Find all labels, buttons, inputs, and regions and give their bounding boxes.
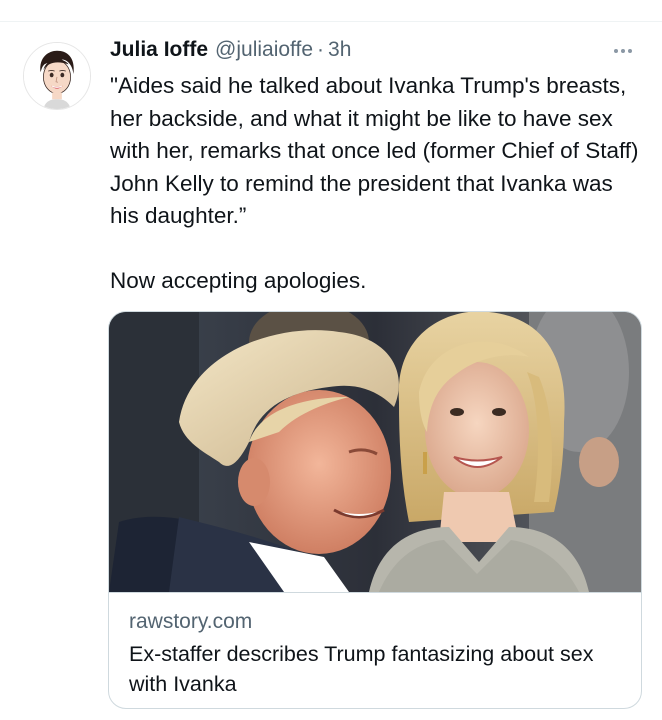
author-display-name[interactable]: Julia Ioffe (110, 38, 208, 62)
author-avatar[interactable] (23, 42, 91, 110)
tweet-header: Julia Ioffe @juliaioffe · 3h (110, 38, 351, 66)
photo-two-people-smiling-icon (109, 312, 641, 592)
more-dots-icon (628, 49, 632, 53)
link-preview-image[interactable] (109, 312, 641, 592)
card-divider (109, 592, 641, 593)
link-preview-card[interactable]: rawstory.com Ex-staffer describes Trump … (108, 311, 642, 709)
more-options-button[interactable] (608, 40, 638, 62)
tweet-text: "Aides said he talked about Ivanka Trump… (110, 70, 645, 297)
cartoon-portrait-avatar-icon (24, 43, 90, 109)
tweet-text-quote: "Aides said he talked about Ivanka Trump… (110, 73, 639, 228)
tweet-text-comment: Now accepting apologies. (110, 267, 367, 293)
tweet[interactable]: Julia Ioffe @juliaioffe · 3h "Aides said… (0, 0, 662, 709)
tweet-timestamp[interactable]: 3h (328, 38, 351, 62)
more-dots-icon (614, 49, 618, 53)
link-title[interactable]: Ex-staffer describes Trump fantasizing a… (129, 639, 629, 699)
link-domain: rawstory.com (129, 610, 253, 633)
more-dots-icon (621, 49, 625, 53)
header-separator: · (317, 38, 325, 61)
author-handle[interactable]: @juliaioffe (215, 38, 313, 62)
